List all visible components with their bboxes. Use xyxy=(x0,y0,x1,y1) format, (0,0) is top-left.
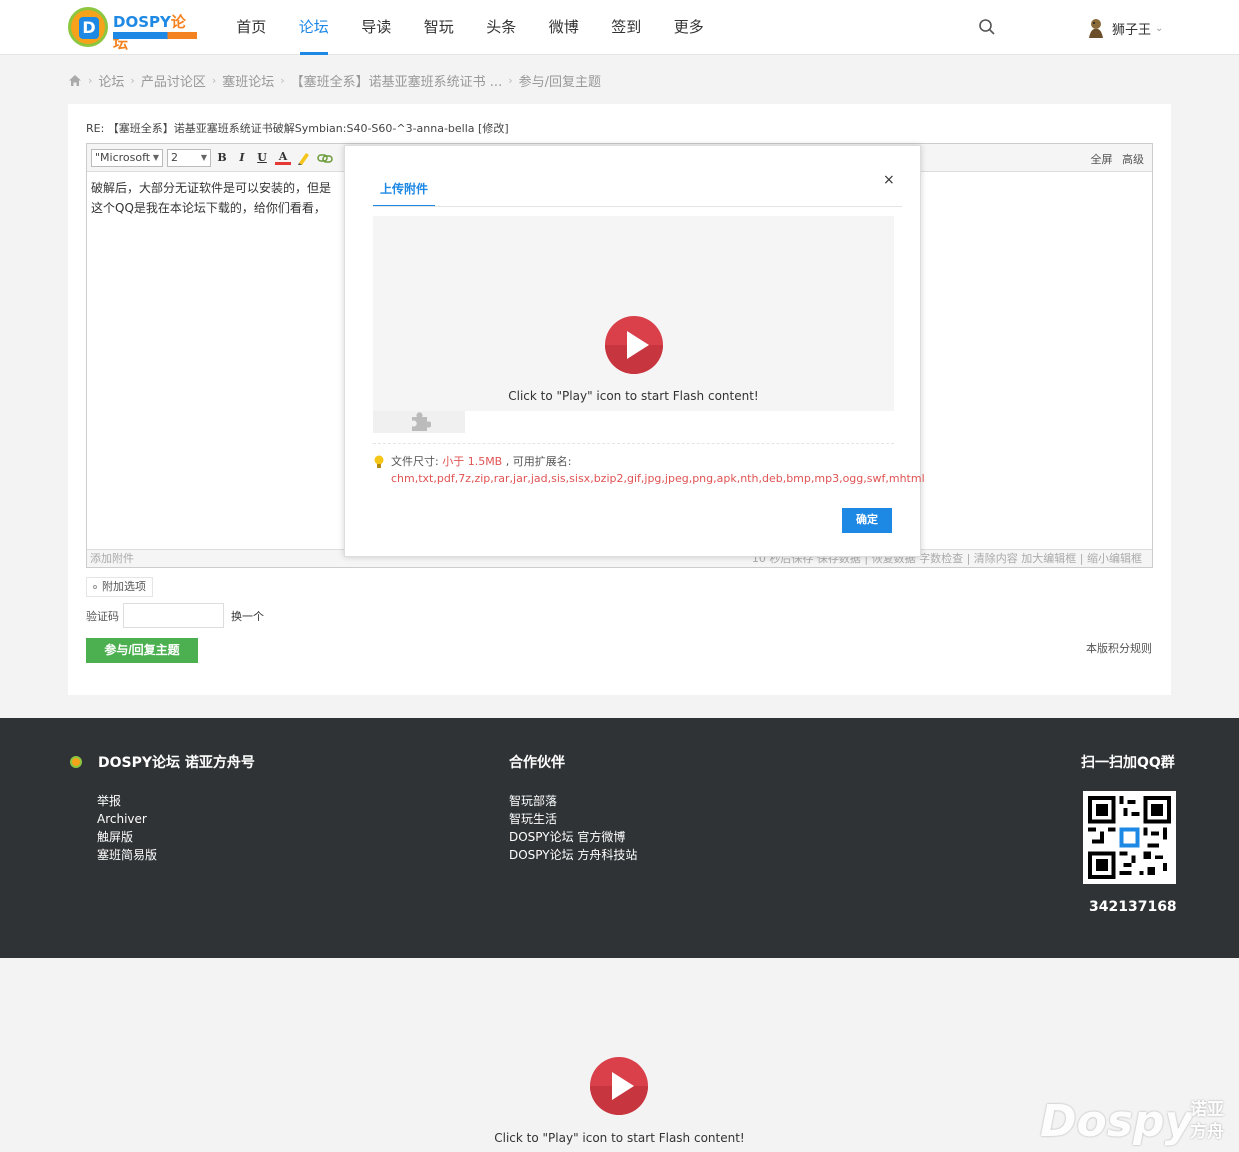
partners-title: 合作伙伴 xyxy=(509,755,565,771)
breadcrumb-forum[interactable]: 论坛 xyxy=(98,71,124,90)
editor-mode-links: 全屏 高级 xyxy=(1085,151,1145,167)
qq-group-title: 扫一扫加QQ群 xyxy=(1081,755,1175,771)
chevron-down-icon: ▼ xyxy=(200,153,207,162)
footer-brand-name: DOSPY论坛 诺亚方舟号 xyxy=(98,755,255,771)
footer-link-report[interactable]: 举报 xyxy=(97,792,157,810)
nav-item-guide[interactable]: 导读 xyxy=(345,0,408,55)
size-limit: 小于 1.5MB xyxy=(442,455,503,468)
logo-strip xyxy=(113,32,197,39)
breadcrumb-symbian-forum[interactable]: 塞班论坛 xyxy=(222,71,274,90)
footer-link-touch[interactable]: 触屏版 xyxy=(97,828,157,846)
extensions-label: , 可用扩展名: xyxy=(502,455,572,468)
qr-code-icon xyxy=(1088,796,1171,879)
fullscreen-button[interactable]: 全屏 xyxy=(1091,153,1113,166)
content-line: 破解后，大部分无证软件是可以安装的，但是 xyxy=(91,181,332,195)
tab-upload-attachment[interactable]: 上传附件 xyxy=(373,174,435,207)
puzzle-piece-icon xyxy=(412,412,431,431)
breadcrumb-product-discussion[interactable]: 产品讨论区 xyxy=(141,71,206,90)
partner-link[interactable]: DOSPY论坛 方舟科技站 xyxy=(509,846,637,864)
flash-banner[interactable]: Click to "Play" icon to start Flash cont… xyxy=(0,958,1239,1152)
advanced-mode-button[interactable]: 高级 xyxy=(1122,153,1144,166)
avatar xyxy=(1089,19,1103,38)
allowed-extensions: chm,txt,pdf,7z,zip,rar,jar,jad,sis,sisx,… xyxy=(391,472,925,485)
nav-item-headlines[interactable]: 头条 xyxy=(470,0,533,55)
logo-badge-icon: D xyxy=(68,7,108,47)
user-menu[interactable]: 狮子王 ⌄ xyxy=(1086,16,1163,40)
partner-link[interactable]: 智玩生活 xyxy=(509,810,637,828)
attachment-options-label: 附加选项 xyxy=(102,580,146,593)
search-icon[interactable] xyxy=(978,18,996,36)
top-navigation-bar: D DOSPY论坛 首页 论坛 导读 智玩 头条 微博 签到 更多 狮子王 ⌄ xyxy=(0,0,1239,55)
close-icon[interactable]: × xyxy=(883,172,895,188)
breadcrumb-separator: › xyxy=(508,73,513,87)
nav-item-weibo[interactable]: 微博 xyxy=(533,0,596,55)
nav-item-smartplay[interactable]: 智玩 xyxy=(408,0,471,55)
chevron-down-icon: ⌄ xyxy=(1155,22,1164,34)
breadcrumb-separator: › xyxy=(280,73,285,87)
reply-title: RE: 【塞班全系】诺基亚塞班系统证书破解Symbian:S40-S60-^3-… xyxy=(86,122,509,135)
divider xyxy=(373,443,894,444)
captcha-input[interactable] xyxy=(123,603,224,628)
upload-attachment-dialog: 上传附件 × Click to "Play" icon to start Fla… xyxy=(344,145,925,557)
lightbulb-icon xyxy=(374,455,384,468)
chevron-down-icon: ▼ xyxy=(152,153,159,162)
nav-item-more[interactable]: 更多 xyxy=(658,0,721,55)
watermark-cn: 诺亚方舟 xyxy=(1190,1100,1224,1142)
captcha-refresh-link[interactable]: 换一个 xyxy=(231,608,264,624)
underline-button[interactable]: U xyxy=(254,150,270,166)
qq-group-number: 342137168 xyxy=(1089,899,1177,915)
content-line: 这个QQ是我在本论坛下载的，给你们看看， xyxy=(91,201,326,215)
flash-uploader[interactable]: Click to "Play" icon to start Flash cont… xyxy=(373,216,894,411)
bullet-icon xyxy=(93,585,97,589)
add-attachment-link[interactable]: 添加附件 xyxy=(90,550,134,567)
footer-link-symbian-lite[interactable]: 塞班简易版 xyxy=(97,846,157,864)
submit-reply-button[interactable]: 参与/回复主题 xyxy=(86,638,198,663)
attachment-options-toggle[interactable]: 附加选项 xyxy=(86,577,153,597)
footer-links: 举报 Archiver 触屏版 塞班简易版 xyxy=(97,792,157,864)
captcha-label: 验证码 xyxy=(86,610,119,623)
footer-brand: DOSPY论坛 诺亚方舟号 xyxy=(70,752,255,772)
partner-link[interactable]: DOSPY论坛 官方微博 xyxy=(509,828,637,846)
font-family-value: "Microsoft xyxy=(95,151,151,164)
user-name: 狮子王 xyxy=(1112,22,1152,38)
nav-item-checkin[interactable]: 签到 xyxy=(595,0,658,55)
brand-icon xyxy=(70,756,82,768)
breadcrumb-separator: › xyxy=(211,73,217,87)
flash-prompt: Click to "Play" icon to start Flash cont… xyxy=(508,389,759,403)
play-icon[interactable] xyxy=(604,315,664,375)
home-icon[interactable] xyxy=(68,74,82,87)
link-icon[interactable] xyxy=(317,150,333,166)
tab-divider xyxy=(373,206,902,207)
breadcrumb-current: 参与/回复主题 xyxy=(518,74,601,90)
watermark: Dospy 诺亚方舟 xyxy=(1040,1096,1224,1147)
breadcrumb-separator: › xyxy=(88,73,93,87)
nav-item-home[interactable]: 首页 xyxy=(220,0,283,55)
breadcrumb: › 论坛 › 产品讨论区 › 塞班论坛 › 【塞班全系】诺基亚塞班系统证书 ..… xyxy=(68,71,601,90)
watermark-text: Dospy xyxy=(1040,1096,1194,1147)
italic-button[interactable]: I xyxy=(234,150,250,166)
font-color-button[interactable]: A xyxy=(275,150,291,165)
font-size-value: 2 xyxy=(171,151,178,164)
qr-code xyxy=(1083,791,1176,884)
site-footer: DOSPY论坛 诺亚方舟号 举报 Archiver 触屏版 塞班简易版 合作伙伴… xyxy=(0,718,1239,958)
editor-content[interactable]: 破解后，大部分无证软件是可以安装的，但是 这个QQ是我在本论坛下载的，给你们看看… xyxy=(91,178,341,218)
points-rules-link[interactable]: 本版积分规则 xyxy=(1086,640,1152,656)
confirm-button[interactable]: 确定 xyxy=(842,508,892,533)
main-nav: 首页 论坛 导读 智玩 头条 微博 签到 更多 xyxy=(220,0,720,55)
size-label: 文件尺寸: xyxy=(391,455,443,468)
breadcrumb-separator: › xyxy=(130,73,135,87)
font-family-select[interactable]: "Microsoft ▼ xyxy=(91,149,163,167)
bold-button[interactable]: B xyxy=(214,150,230,166)
highlight-icon[interactable] xyxy=(296,150,312,166)
breadcrumb-thread[interactable]: 【塞班全系】诺基亚塞班系统证书 ... xyxy=(291,71,503,90)
footer-link-archiver[interactable]: Archiver xyxy=(97,810,157,828)
nav-item-forum[interactable]: 论坛 xyxy=(283,0,346,55)
plugin-placeholder xyxy=(373,411,465,433)
font-size-select[interactable]: 2 ▼ xyxy=(167,149,211,167)
upload-limits-tip: 文件尺寸: 小于 1.5MB , 可用扩展名: chm,txt,pdf,7z,z… xyxy=(373,453,925,487)
dospy-logo[interactable]: D DOSPY论坛 xyxy=(68,7,200,52)
play-icon[interactable] xyxy=(589,1056,649,1116)
partner-links: 智玩部落 智玩生活 DOSPY论坛 官方微博 DOSPY论坛 方舟科技站 xyxy=(509,792,637,864)
partner-link[interactable]: 智玩部落 xyxy=(509,792,637,810)
